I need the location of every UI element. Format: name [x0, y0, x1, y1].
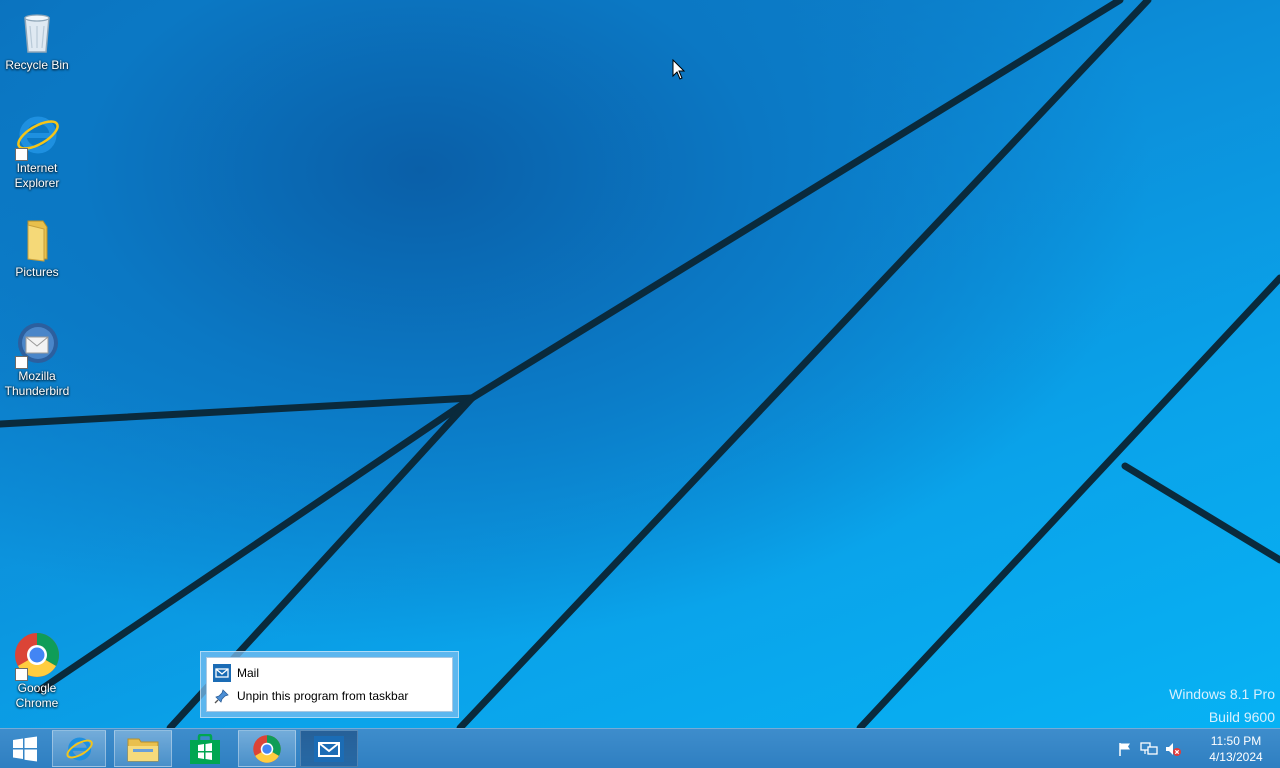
- taskbar-store[interactable]: [178, 730, 232, 767]
- taskbar-mail[interactable]: [300, 730, 358, 767]
- action-center-flag-icon[interactable]: [1114, 738, 1136, 760]
- desktop-icon-pictures[interactable]: Pictures: [0, 215, 74, 280]
- desktop-icon-thunderbird[interactable]: Mozilla Thunderbird: [0, 319, 74, 399]
- recycle-bin-icon: [13, 8, 61, 56]
- clock[interactable]: 11:50 PM 4/13/2024: [1192, 733, 1280, 765]
- jump-list-item-unpin[interactable]: Unpin this program from taskbar: [213, 685, 408, 707]
- desktop-icon-label: Mozilla Thunderbird: [4, 369, 70, 398]
- taskbar-internet-explorer[interactable]: [52, 730, 106, 767]
- shortcut-arrow-icon: [15, 668, 28, 681]
- clock-time: 11:50 PM: [1210, 733, 1262, 748]
- desktop-icon-google-chrome[interactable]: Google Chrome: [0, 631, 74, 711]
- mouse-cursor-icon: [672, 59, 686, 80]
- shortcut-arrow-icon: [15, 356, 28, 369]
- mail-icon: [213, 664, 231, 682]
- jump-list-item-mail[interactable]: Mail: [213, 662, 259, 684]
- windows-watermark: Windows 8.1 Pro Build 9600: [1169, 683, 1275, 728]
- chrome-icon: [253, 734, 281, 763]
- ie-icon: [66, 736, 93, 761]
- mail-jump-list: Mail Unpin this program from taskbar: [200, 651, 459, 718]
- desktop-icon-recycle-bin[interactable]: Recycle Bin: [0, 8, 74, 73]
- desktop-icon-label: Internet Explorer: [14, 161, 60, 190]
- desktop-icon-label: Google Chrome: [15, 681, 59, 710]
- windows-logo-icon: [13, 736, 37, 761]
- jump-list-label: Unpin this program from taskbar: [237, 689, 409, 703]
- desktop-icon-label: Recycle Bin: [5, 58, 69, 72]
- desktop[interactable]: Recycle Bin Internet Explorer Pictures M…: [0, 0, 1280, 728]
- mail-icon: [314, 735, 344, 762]
- folder-icon: [127, 738, 159, 761]
- jump-list-label: Mail: [237, 666, 260, 680]
- watermark-edition: Windows 8.1 Pro: [1169, 686, 1275, 702]
- pin-icon: [213, 687, 231, 705]
- desktop-icon-internet-explorer[interactable]: Internet Explorer: [0, 111, 74, 191]
- taskbar-chrome[interactable]: [238, 730, 296, 767]
- folder-icon: [13, 215, 61, 263]
- jump-list-panel: Mail Unpin this program from taskbar: [206, 657, 453, 712]
- store-icon: [190, 733, 220, 764]
- volume-muted-icon[interactable]: [1162, 738, 1184, 760]
- watermark-build: Build 9600: [1208, 709, 1275, 725]
- start-button[interactable]: [0, 730, 50, 767]
- chrome-icon: [13, 631, 61, 681]
- taskbar: 11:50 PM 4/13/2024: [0, 728, 1280, 768]
- shortcut-arrow-icon: [15, 148, 28, 161]
- taskbar-file-explorer[interactable]: [114, 730, 172, 767]
- clock-date: 4/13/2024: [1209, 749, 1263, 764]
- ie-icon: [13, 111, 61, 161]
- thunderbird-icon: [13, 319, 61, 369]
- wallpaper-lines: [0, 0, 1280, 728]
- desktop-icon-label: Pictures: [15, 265, 59, 279]
- network-icon[interactable]: [1138, 738, 1160, 760]
- system-tray: 11:50 PM 4/13/2024: [1114, 729, 1280, 768]
